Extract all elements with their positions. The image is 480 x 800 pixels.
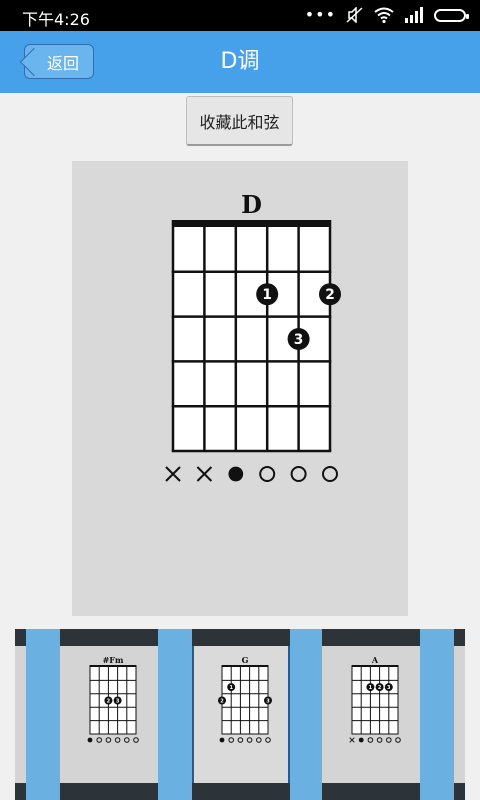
open-string-mark: [114, 737, 121, 743]
open-string-mark: [367, 737, 374, 743]
thumbnail-diagram: A 1 2 3: [349, 655, 401, 743]
finger-number: 3: [387, 685, 391, 691]
thumbnail-card-edge: [454, 629, 465, 800]
chord-diagram-panel: D 1 2 3: [72, 161, 408, 616]
open-string-mark: [256, 737, 262, 743]
chord-thumbnail-2[interactable]: G 1 2 3: [192, 629, 290, 800]
nut: [171, 220, 332, 227]
open-string-mark: [386, 737, 392, 743]
favorite-chord-button[interactable]: 收藏此和弦: [186, 96, 293, 146]
chord-thumbnail-strip[interactable]: #Fm 2 3 G 1 2 3 A 1 2 3: [15, 629, 465, 800]
fretboard: [352, 667, 398, 734]
thumbnail-card-edge: [15, 629, 26, 800]
open-string-mark: [237, 737, 244, 743]
root-string-mark: [228, 466, 244, 482]
open-string-mark: [395, 737, 401, 743]
open-string-mark: [246, 737, 253, 743]
finger-number: 3: [294, 332, 304, 348]
status-time: 下午4:26: [22, 10, 90, 29]
fretboard: [90, 667, 136, 734]
chord-name: G: [242, 655, 249, 665]
open-string-mark: [265, 737, 271, 743]
header: D调 返回: [0, 31, 480, 93]
finger-number: 2: [220, 698, 224, 704]
battery-icon: [434, 8, 469, 22]
status-icons: •••: [304, 5, 469, 24]
open-string-mark: [290, 466, 307, 482]
chord-name: D: [241, 190, 262, 219]
finger-number: 1: [369, 685, 373, 691]
chord-name: A: [371, 655, 379, 665]
status-bar: 下午4:26 •••: [0, 0, 480, 31]
nut: [221, 665, 269, 667]
back-button[interactable]: 返回: [19, 44, 94, 79]
fretboard: [222, 667, 268, 734]
open-string-mark: [133, 737, 139, 743]
finger-number: 1: [229, 685, 233, 691]
finger-number: 2: [325, 287, 335, 303]
finger-number: 2: [378, 685, 382, 691]
chord-thumbnail-1[interactable]: #Fm 2 3: [60, 629, 158, 800]
open-string-mark: [259, 466, 276, 482]
root-string-mark: [358, 737, 364, 743]
nut: [89, 665, 137, 667]
finger-number: 3: [266, 698, 270, 704]
finger-number: 2: [107, 698, 111, 704]
open-string-mark: [96, 737, 103, 743]
open-string-mark: [228, 737, 235, 743]
more-dots-icon: •••: [304, 5, 336, 24]
chord-diagram: D 1 2 3: [165, 190, 341, 482]
back-arrow-icon: [19, 47, 49, 77]
mute-icon: [346, 7, 363, 23]
root-string-mark: [219, 737, 225, 743]
wifi-icon: [374, 7, 394, 23]
open-string-mark: [322, 466, 338, 482]
open-string-mark: [376, 737, 383, 743]
root-string-mark: [87, 737, 93, 743]
chord-name: #Fm: [103, 655, 124, 665]
back-label: 返回: [46, 53, 79, 73]
thumbnail-diagram: #Fm 2 3: [87, 655, 139, 743]
finger-number: 3: [116, 698, 120, 704]
nut: [351, 665, 399, 667]
thumbnail-diagram: G 1 2 3: [218, 655, 272, 743]
signal-icon: [405, 7, 423, 23]
finger-number: 1: [262, 287, 272, 303]
open-string-mark: [105, 737, 112, 743]
chord-thumbnail-3[interactable]: A 123: [322, 629, 420, 800]
open-string-mark: [124, 737, 130, 743]
